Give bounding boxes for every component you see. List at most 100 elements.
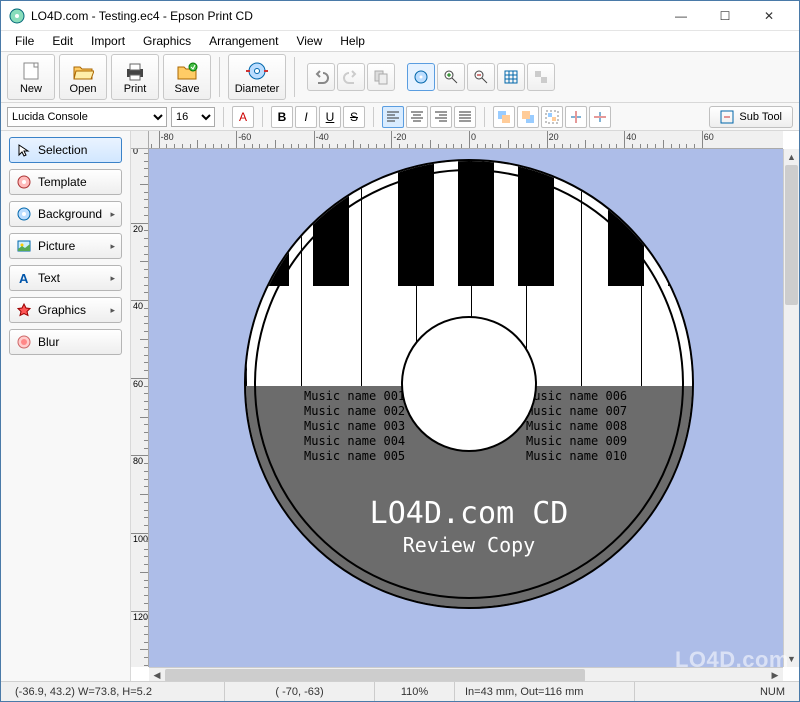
save-icon bbox=[176, 59, 198, 83]
format-toolbar: Lucida Console 16 A B I U S Sub Tool bbox=[1, 103, 799, 131]
bold-button[interactable]: B bbox=[271, 106, 293, 128]
app-icon bbox=[9, 8, 25, 24]
align-left-icon bbox=[386, 110, 400, 124]
bring-front-button[interactable] bbox=[493, 106, 515, 128]
menu-file[interactable]: File bbox=[7, 32, 42, 50]
ruler-horizontal[interactable]: -80-60-40-200204060 bbox=[149, 131, 783, 149]
canvas-area: -80-60-40-200204060 020406080100120140 ▲… bbox=[131, 131, 799, 683]
center-h-icon bbox=[569, 110, 583, 124]
sidebar-item-picture[interactable]: Picture ▸ bbox=[9, 233, 122, 259]
status-dims: In=43 mm, Out=116 mm bbox=[455, 682, 635, 701]
save-label: Save bbox=[174, 83, 199, 95]
print-label: Print bbox=[124, 83, 147, 95]
align-justify-button[interactable] bbox=[454, 106, 476, 128]
track-list-left: Music name 001Music name 002Music name 0… bbox=[304, 389, 405, 464]
center-v-icon bbox=[593, 110, 607, 124]
sidebar-item-background[interactable]: Background ▸ bbox=[9, 201, 122, 227]
toolbar-separator bbox=[294, 57, 295, 97]
strike-button[interactable]: S bbox=[343, 106, 365, 128]
toolbar-separator bbox=[262, 107, 263, 127]
sidebar-item-selection[interactable]: Selection bbox=[9, 137, 122, 163]
svg-text:A: A bbox=[19, 271, 29, 285]
ruler-vertical[interactable]: 020406080100120140 bbox=[131, 149, 149, 667]
chevron-right-icon: ▸ bbox=[110, 273, 115, 284]
close-button[interactable]: ✕ bbox=[747, 2, 791, 30]
background-icon bbox=[16, 206, 32, 222]
sidebar-item-graphics[interactable]: Graphics ▸ bbox=[9, 297, 122, 323]
print-button[interactable]: Print bbox=[111, 54, 159, 100]
sidebar-item-template[interactable]: Template bbox=[9, 169, 122, 195]
toolbar-separator bbox=[219, 57, 220, 97]
track-list-right: Music name 006Music name 007Music name 0… bbox=[526, 389, 627, 464]
maximize-button[interactable]: ☐ bbox=[703, 2, 747, 30]
copy-button[interactable] bbox=[367, 63, 395, 91]
grid-icon bbox=[503, 69, 519, 85]
align-right-button[interactable] bbox=[430, 106, 452, 128]
subtool-label: Sub Tool bbox=[739, 111, 782, 123]
chevron-right-icon: ▸ bbox=[110, 241, 115, 252]
disc-title: LO4D.com CD bbox=[246, 496, 692, 531]
align-center-icon bbox=[410, 110, 424, 124]
font-select[interactable]: Lucida Console bbox=[7, 107, 167, 127]
minimize-button[interactable]: — bbox=[659, 2, 703, 30]
center-h-button[interactable] bbox=[565, 106, 587, 128]
new-button[interactable]: New bbox=[7, 54, 55, 100]
grid-button[interactable] bbox=[497, 63, 525, 91]
pointer-icon bbox=[16, 142, 32, 158]
menu-view[interactable]: View bbox=[288, 32, 330, 50]
scrollbar-vertical[interactable]: ▲ ▼ bbox=[783, 149, 799, 667]
status-coords: (-36.9, 43.2) W=73.8, H=5.2 bbox=[5, 682, 225, 701]
align-left-button[interactable] bbox=[382, 106, 404, 128]
status-num: NUM bbox=[750, 682, 795, 701]
diameter-button[interactable]: Diameter bbox=[228, 54, 286, 100]
menu-arrangement[interactable]: Arrangement bbox=[201, 32, 286, 50]
align-justify-icon bbox=[458, 110, 472, 124]
toolbar-separator bbox=[373, 107, 374, 127]
font-color-button[interactable]: A bbox=[232, 106, 254, 128]
blur-icon bbox=[16, 334, 32, 350]
sidebar-label: Background bbox=[38, 207, 102, 221]
menu-graphics[interactable]: Graphics bbox=[135, 32, 199, 50]
bring-front-icon bbox=[497, 110, 511, 124]
sidebar-label: Graphics bbox=[38, 303, 86, 317]
sidebar-item-text[interactable]: A Text ▸ bbox=[9, 265, 122, 291]
design-canvas[interactable]: Music name 001Music name 002Music name 0… bbox=[149, 149, 783, 667]
toolbar-separator bbox=[484, 107, 485, 127]
undo-icon bbox=[313, 69, 329, 85]
font-size-select[interactable]: 16 bbox=[171, 107, 215, 127]
redo-button[interactable] bbox=[337, 63, 365, 91]
tool-sidebar: Selection Template Background ▸ Picture … bbox=[1, 131, 131, 683]
sidebar-label: Template bbox=[38, 175, 87, 189]
undo-button[interactable] bbox=[307, 63, 335, 91]
group-button[interactable] bbox=[541, 106, 563, 128]
open-button[interactable]: Open bbox=[59, 54, 107, 100]
menu-help[interactable]: Help bbox=[332, 32, 373, 50]
italic-button[interactable]: I bbox=[295, 106, 317, 128]
chevron-right-icon: ▸ bbox=[110, 305, 115, 316]
center-v-button[interactable] bbox=[589, 106, 611, 128]
status-mouse: ( -70, -63) bbox=[225, 682, 375, 701]
align-right-icon bbox=[434, 110, 448, 124]
print-icon bbox=[124, 59, 146, 83]
underline-button[interactable]: U bbox=[319, 106, 341, 128]
send-back-button[interactable] bbox=[517, 106, 539, 128]
scroll-thumb[interactable] bbox=[785, 165, 798, 305]
snap-button[interactable] bbox=[527, 63, 555, 91]
sidebar-label: Blur bbox=[38, 335, 59, 349]
menu-edit[interactable]: Edit bbox=[44, 32, 81, 50]
scroll-up-icon[interactable]: ▲ bbox=[784, 149, 799, 165]
subtool-button[interactable]: Sub Tool bbox=[709, 106, 793, 128]
align-center-button[interactable] bbox=[406, 106, 428, 128]
sidebar-item-blur[interactable]: Blur bbox=[9, 329, 122, 355]
disc-view-button[interactable] bbox=[407, 63, 435, 91]
cd-disc[interactable]: Music name 001Music name 002Music name 0… bbox=[244, 159, 694, 609]
save-button[interactable]: Save bbox=[163, 54, 211, 100]
zoom-in-button[interactable] bbox=[437, 63, 465, 91]
statusbar: (-36.9, 43.2) W=73.8, H=5.2 ( -70, -63) … bbox=[1, 681, 799, 701]
disc-icon bbox=[413, 69, 429, 85]
scroll-down-icon[interactable]: ▼ bbox=[784, 651, 799, 667]
diameter-icon bbox=[244, 59, 270, 83]
menu-import[interactable]: Import bbox=[83, 32, 133, 50]
zoom-out-button[interactable] bbox=[467, 63, 495, 91]
new-icon bbox=[21, 59, 41, 83]
